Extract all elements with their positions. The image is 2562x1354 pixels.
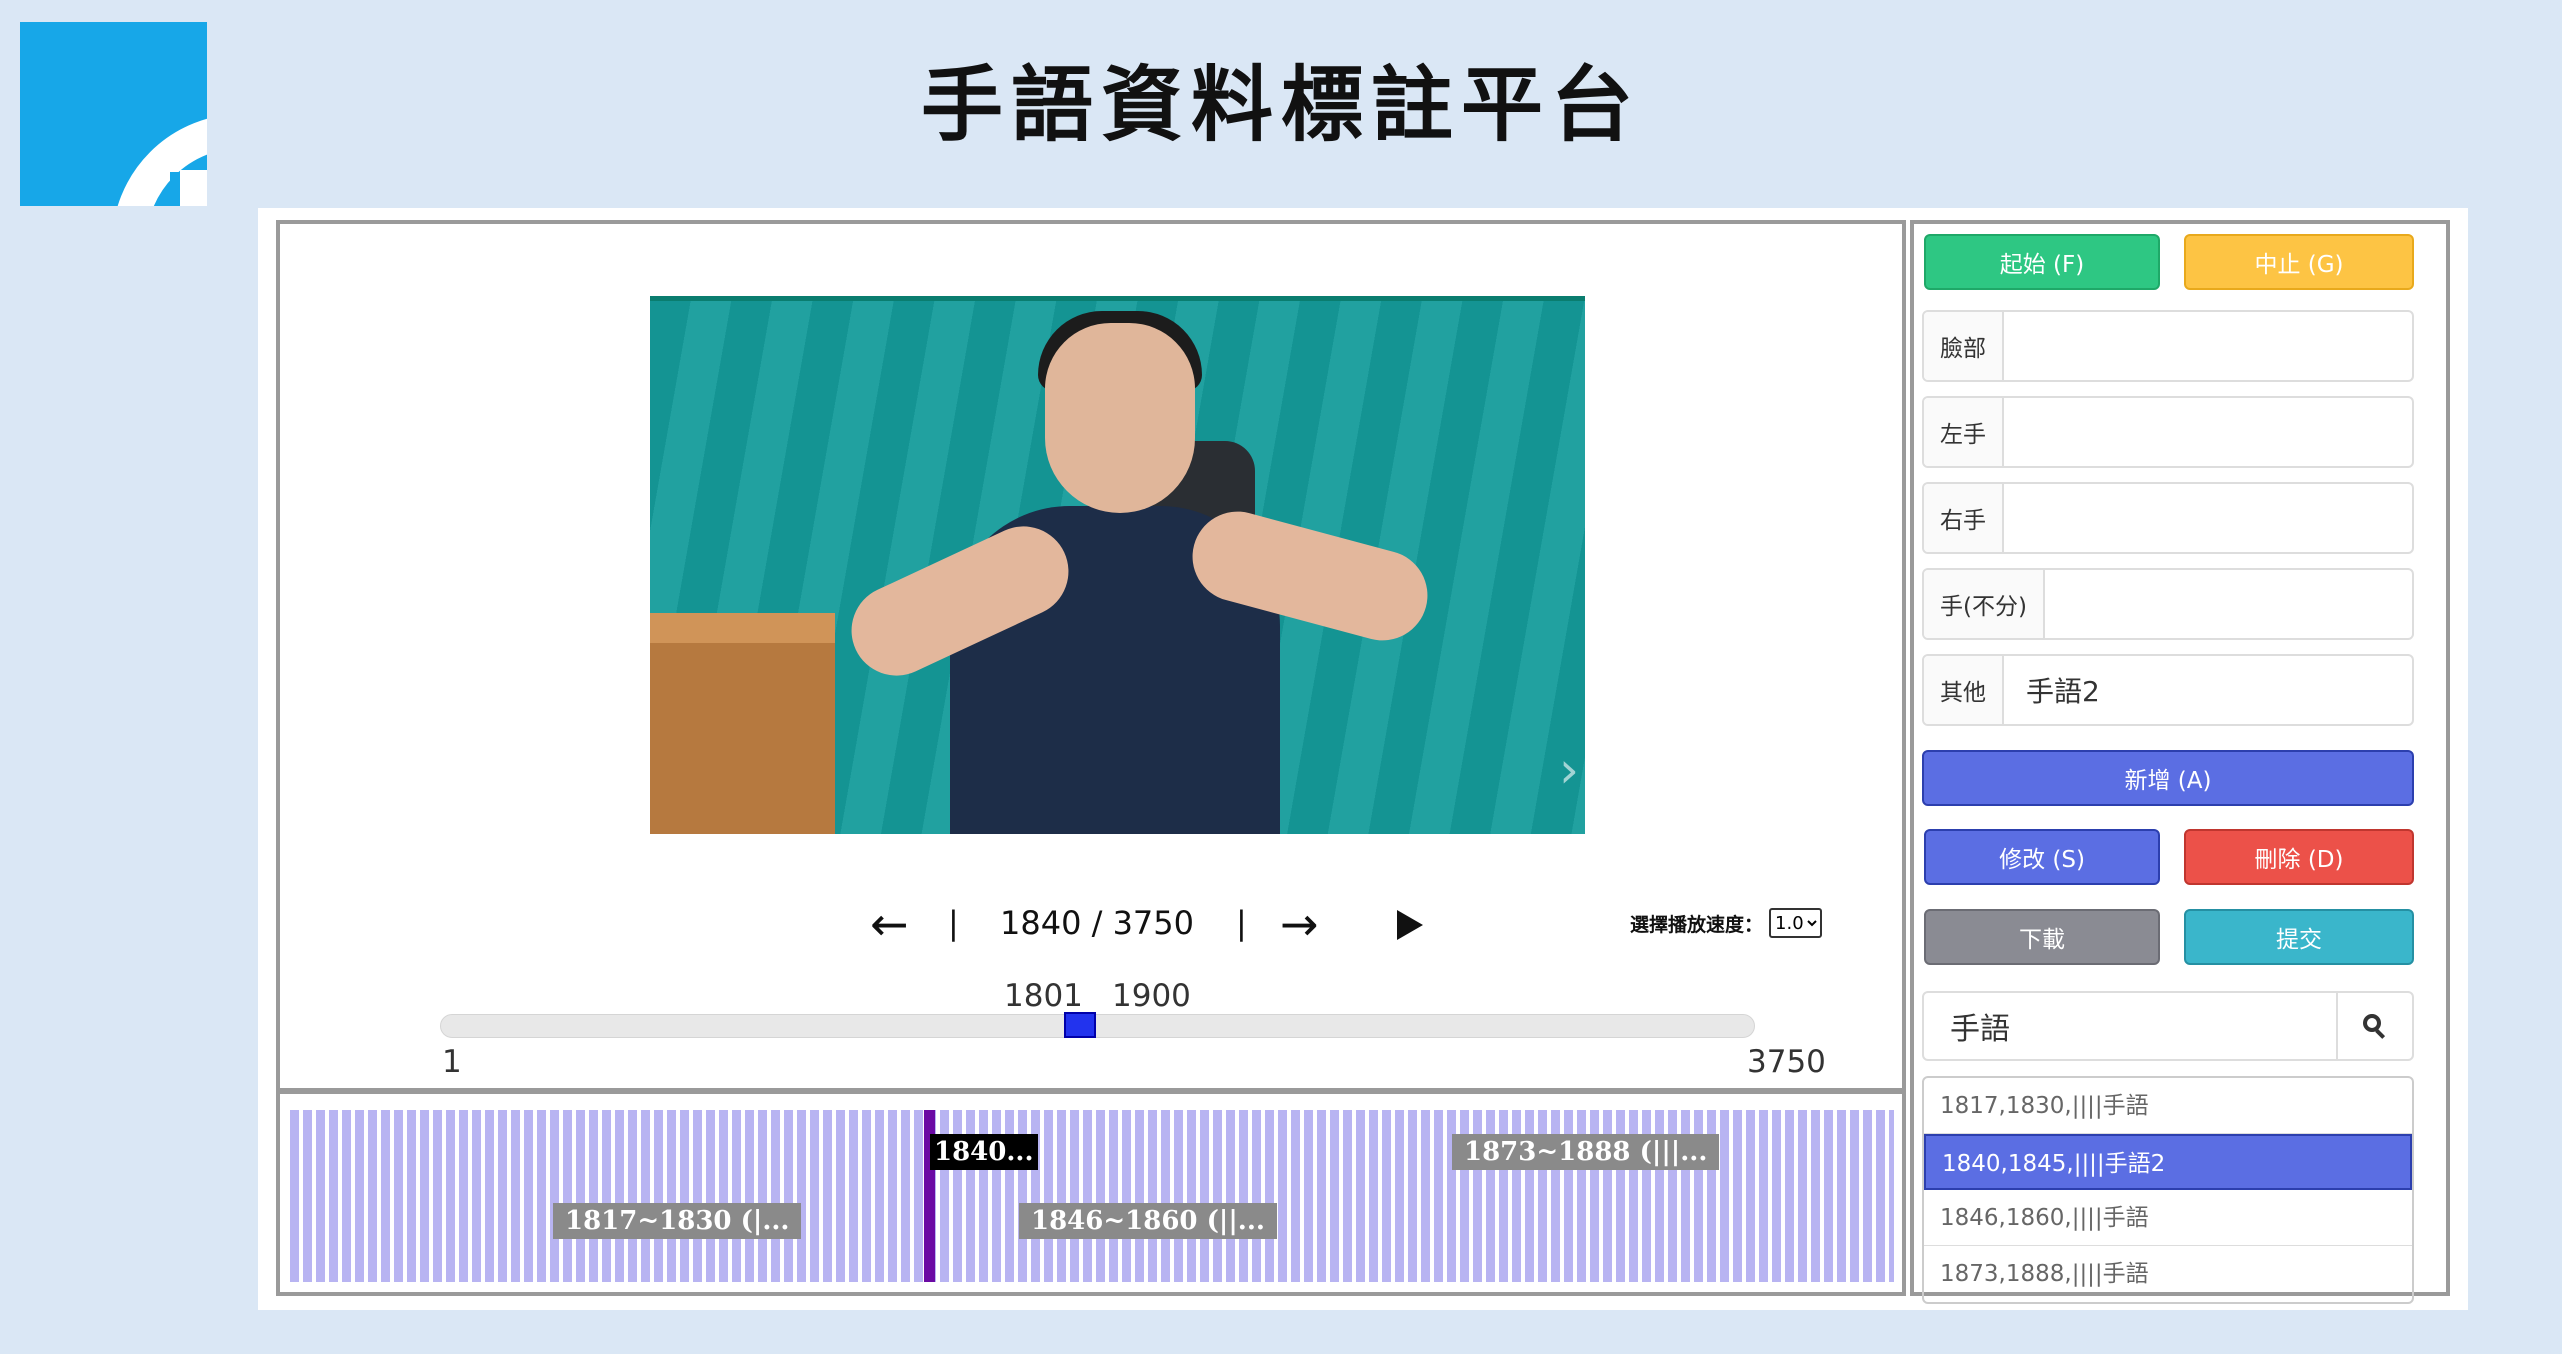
right-hand-input[interactable] xyxy=(2004,484,2412,552)
timeline-segment[interactable]: 1873~1888 (|||... xyxy=(1452,1134,1720,1170)
either-hand-field[interactable]: 手(不分) xyxy=(1922,568,2414,640)
field-label: 臉部 xyxy=(1924,312,2004,380)
stop-button[interactable]: 中止 (G) xyxy=(2184,234,2414,290)
field-label: 手(不分) xyxy=(1924,570,2045,638)
field-label: 右手 xyxy=(1924,484,2004,552)
list-item[interactable]: 1873,1888,||||手語 xyxy=(1924,1246,2412,1302)
submit-button[interactable]: 提交 xyxy=(2184,909,2414,965)
current-frame: 1840 xyxy=(1000,904,1082,942)
chevron-right-icon: › xyxy=(1559,741,1579,799)
video-frame[interactable]: › xyxy=(650,296,1585,834)
speed-label: 選擇播放速度： xyxy=(1630,913,1764,936)
either-hand-input[interactable] xyxy=(2045,570,2412,638)
edit-button[interactable]: 修改 (S) xyxy=(1924,829,2160,885)
field-label: 左手 xyxy=(1924,398,2004,466)
video-pane: › ← | 1840 / 3750 | → 選擇播放速度： 1.0 1801 1… xyxy=(276,220,1906,1296)
results-list: 1817,1830,||||手語 1840,1845,||||手語2 1846,… xyxy=(1922,1076,2414,1304)
face-field[interactable]: 臉部 xyxy=(1922,310,2414,382)
search-icon xyxy=(2363,1014,2387,1039)
search-input[interactable]: 手語 xyxy=(1924,993,2336,1059)
slider-min: 1 xyxy=(442,1044,462,1080)
separator: | xyxy=(1236,904,1247,942)
search-box: 手語 xyxy=(1922,991,2414,1061)
face-input[interactable] xyxy=(2004,312,2412,380)
frame-divider: / xyxy=(1091,904,1103,942)
page-title: 手語資料標註平台 xyxy=(920,58,1641,153)
start-button[interactable]: 起始 (F) xyxy=(1924,234,2160,290)
next-frame-button[interactable]: → xyxy=(1280,896,1319,952)
search-button[interactable] xyxy=(2336,993,2412,1059)
player-nav: ← | 1840 / 3750 | → 選擇播放速度： 1.0 xyxy=(280,896,1902,956)
range-start: 1801 xyxy=(1004,978,1083,1014)
timeline-segment-active[interactable]: 1840... xyxy=(930,1134,1038,1170)
timeline[interactable]: 1817~1830 (|... 1840... 1846~1860 (||...… xyxy=(290,1110,1894,1282)
slider-max: 3750 xyxy=(1747,1044,1826,1080)
add-button[interactable]: 新增 (A) xyxy=(1922,750,2414,806)
list-item[interactable]: 1817,1830,||||手語 xyxy=(1924,1078,2412,1134)
player-area: › ← | 1840 / 3750 | → 選擇播放速度： 1.0 1801 1… xyxy=(280,224,1902,1094)
frame-slider[interactable] xyxy=(440,1012,1755,1038)
other-input[interactable]: 手語2 xyxy=(2004,656,2412,724)
speed-control: 選擇播放速度： 1.0 xyxy=(1630,908,1823,938)
prev-frame-button[interactable]: ← xyxy=(870,896,909,952)
slider-thumb[interactable] xyxy=(1064,1012,1096,1038)
list-item[interactable]: 1846,1860,||||手語 xyxy=(1924,1190,2412,1246)
timeline-segment[interactable]: 1817~1830 (|... xyxy=(553,1203,802,1239)
range-end: 1900 xyxy=(1112,978,1191,1014)
timeline-segment[interactable]: 1846~1860 (||... xyxy=(1019,1203,1277,1239)
separator: | xyxy=(948,904,959,942)
speed-select[interactable]: 1.0 xyxy=(1769,908,1823,938)
other-field[interactable]: 其他 手語2 xyxy=(1922,654,2414,726)
download-button[interactable]: 下載 xyxy=(1924,909,2160,965)
app-frame: › ← | 1840 / 3750 | → 選擇播放速度： 1.0 1801 1… xyxy=(258,208,2468,1310)
total-frames: 3750 xyxy=(1112,904,1194,942)
right-hand-field[interactable]: 右手 xyxy=(1922,482,2414,554)
list-item-selected[interactable]: 1840,1845,||||手語2 xyxy=(1924,1134,2412,1190)
left-hand-input[interactable] xyxy=(2004,398,2412,466)
annotation-pane: 起始 (F) 中止 (G) 臉部 左手 右手 手(不分) 其他 手語2 新增 (… xyxy=(1910,220,2450,1304)
delete-button[interactable]: 刪除 (D) xyxy=(2184,829,2414,885)
play-icon[interactable] xyxy=(1397,910,1423,940)
left-hand-field[interactable]: 左手 xyxy=(1922,396,2414,468)
field-label: 其他 xyxy=(1924,656,2004,724)
frame-counter: 1840 / 3750 xyxy=(1000,904,1194,942)
